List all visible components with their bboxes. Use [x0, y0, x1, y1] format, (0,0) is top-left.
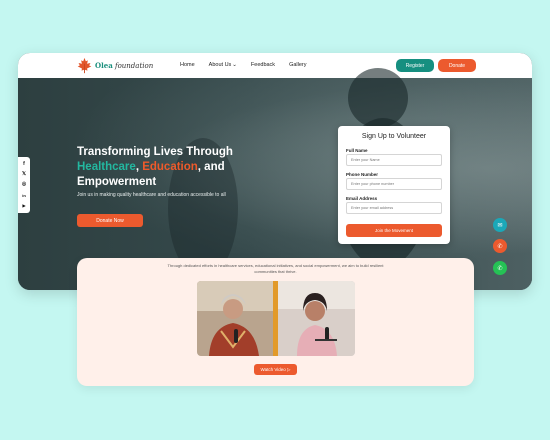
logo-text: Olea foundation: [95, 61, 154, 70]
facebook-icon[interactable]: f: [23, 161, 25, 167]
phone-input[interactable]: Enter your phone number: [346, 178, 442, 190]
hero-background-figure: [348, 68, 408, 128]
phone-label: Phone Number: [346, 172, 379, 177]
nav-links: Home About Us⌄ Feedback Gallery: [180, 62, 320, 68]
donate-button[interactable]: Donate: [438, 59, 476, 72]
nav-about-us[interactable]: About Us⌄: [209, 62, 237, 68]
hero-subtitle: Join us in making quality healthcare and…: [77, 192, 226, 198]
phone-icon[interactable]: ✆: [493, 239, 507, 253]
linkedin-icon[interactable]: in: [22, 193, 26, 198]
about-card: Through dedicated efforts in healthcare …: [77, 258, 474, 386]
register-button[interactable]: Register: [396, 59, 434, 72]
email-input[interactable]: Enter your email address: [346, 202, 442, 214]
join-movement-button[interactable]: Join the Movement: [346, 224, 442, 237]
x-twitter-icon[interactable]: 𝕏: [22, 172, 26, 177]
maple-leaf-icon: [77, 57, 92, 74]
nav-home[interactable]: Home: [180, 62, 195, 68]
hero-title-education: Education: [142, 161, 198, 173]
watch-video-button[interactable]: Watch Video ▷: [254, 364, 297, 375]
hero-title-line3: Empowerment: [77, 176, 157, 188]
form-title: Sign Up to Volunteer: [361, 133, 427, 140]
nav-feedback[interactable]: Feedback: [251, 62, 275, 68]
instagram-icon[interactable]: ◎: [22, 182, 26, 187]
youtube-icon[interactable]: ▶: [22, 203, 25, 208]
about-text: Through dedicated efforts in healthcare …: [167, 263, 384, 274]
video-thumbnail[interactable]: [197, 281, 355, 356]
email-label: Email Address: [346, 196, 378, 201]
chevron-down-icon: ⌄: [232, 62, 237, 68]
full-name-input[interactable]: Enter your Name: [346, 154, 442, 166]
nav-about-label: About Us: [208, 62, 232, 68]
hero-title: Transforming Lives Through Healthcare, E…: [77, 145, 277, 190]
hero-title-and: , and: [197, 161, 225, 173]
full-name-label: Full Name: [346, 148, 368, 153]
donate-now-button[interactable]: Donate Now: [77, 214, 143, 227]
mail-icon[interactable]: ✉: [493, 218, 507, 232]
volunteer-form: Sign Up to Volunteer Full Name Enter you…: [338, 126, 450, 244]
logo[interactable]: Olea foundation: [76, 57, 153, 74]
whatsapp-icon[interactable]: ✆: [493, 261, 507, 275]
social-sidebar: f 𝕏 ◎ in ▶: [18, 157, 30, 213]
hero-title-line1: Transforming Lives Through: [77, 146, 233, 158]
podcast-video-image: [197, 281, 355, 356]
top-navbar: Olea foundation Home About Us⌄ Feedback …: [18, 53, 532, 78]
nav-gallery[interactable]: Gallery: [289, 62, 306, 68]
hero-title-healthcare: Healthcare: [77, 161, 136, 173]
